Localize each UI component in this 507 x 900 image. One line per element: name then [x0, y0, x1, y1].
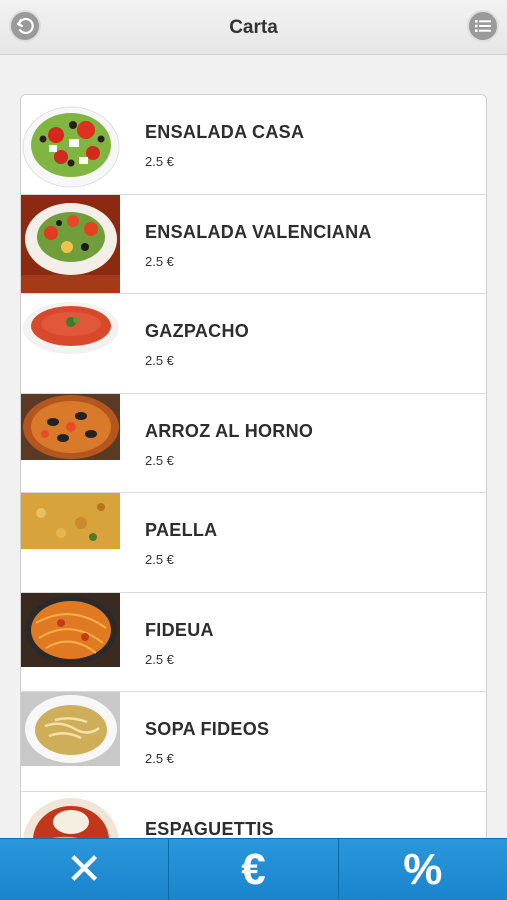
- dish-price: 2.5 €: [145, 552, 174, 567]
- dish-name: ENSALADA VALENCIANA: [145, 221, 372, 242]
- discount-button[interactable]: %: [338, 839, 507, 900]
- dish-name: ENSALADA CASA: [145, 122, 305, 142]
- dish-image: [21, 791, 120, 838]
- dish-image: [21, 493, 120, 591]
- dish-name: SOPA FIDEOS: [145, 719, 270, 739]
- dish-price: 2.5 €: [145, 452, 174, 468]
- dish-price: 2.5 €: [145, 154, 174, 169]
- dish-image: [21, 194, 120, 293]
- dish-name: FIDEUA: [145, 619, 214, 640]
- list-item[interactable]: ENSALADA CASA 2.5 €: [21, 95, 486, 195]
- list-item[interactable]: GAZPACHO 2.5 €: [21, 294, 486, 394]
- dish-image: [21, 294, 120, 392]
- list-item[interactable]: SOPA FIDEOS 2.5 €: [21, 692, 486, 792]
- list-item[interactable]: ARROZ AL HORNO 2.5 €: [21, 393, 486, 493]
- dish-image: [21, 393, 120, 492]
- cancel-button[interactable]: ✕: [0, 839, 170, 900]
- dish-image: [21, 592, 120, 691]
- menu-list: ENSALADA CASA 2.5 € ENSALADA VALENCIANA …: [20, 94, 487, 838]
- dish-image: [21, 692, 120, 790]
- dish-price: 2.5 €: [145, 651, 174, 667]
- dish-price: 2.5 €: [145, 353, 174, 368]
- euro-icon: €: [241, 844, 266, 894]
- menu-button[interactable]: [467, 10, 499, 42]
- dish-name: GAZPACHO: [145, 321, 250, 341]
- list-item[interactable]: ESPAGUETTIS: [21, 791, 486, 839]
- dish-name: ESPAGUETTIS: [145, 818, 274, 839]
- price-button[interactable]: €: [169, 839, 339, 900]
- percent-icon: %: [403, 844, 443, 894]
- close-icon: ✕: [65, 844, 103, 894]
- top-bar: Carta: [0, 0, 507, 55]
- page-title: Carta: [229, 17, 278, 38]
- list-icon: [475, 20, 491, 32]
- dish-name: ARROZ AL HORNO: [145, 420, 314, 441]
- dish-image: [21, 95, 120, 193]
- dish-price: 2.5 €: [145, 253, 174, 269]
- dish-name: PAELLA: [145, 520, 218, 540]
- bottom-toolbar: ✕ € %: [0, 838, 507, 900]
- dish-price: 2.5 €: [145, 751, 174, 766]
- list-item[interactable]: FIDEUA 2.5 €: [21, 592, 486, 692]
- list-item[interactable]: PAELLA 2.5 €: [21, 493, 486, 593]
- list-item[interactable]: ENSALADA VALENCIANA 2.5 €: [21, 194, 486, 294]
